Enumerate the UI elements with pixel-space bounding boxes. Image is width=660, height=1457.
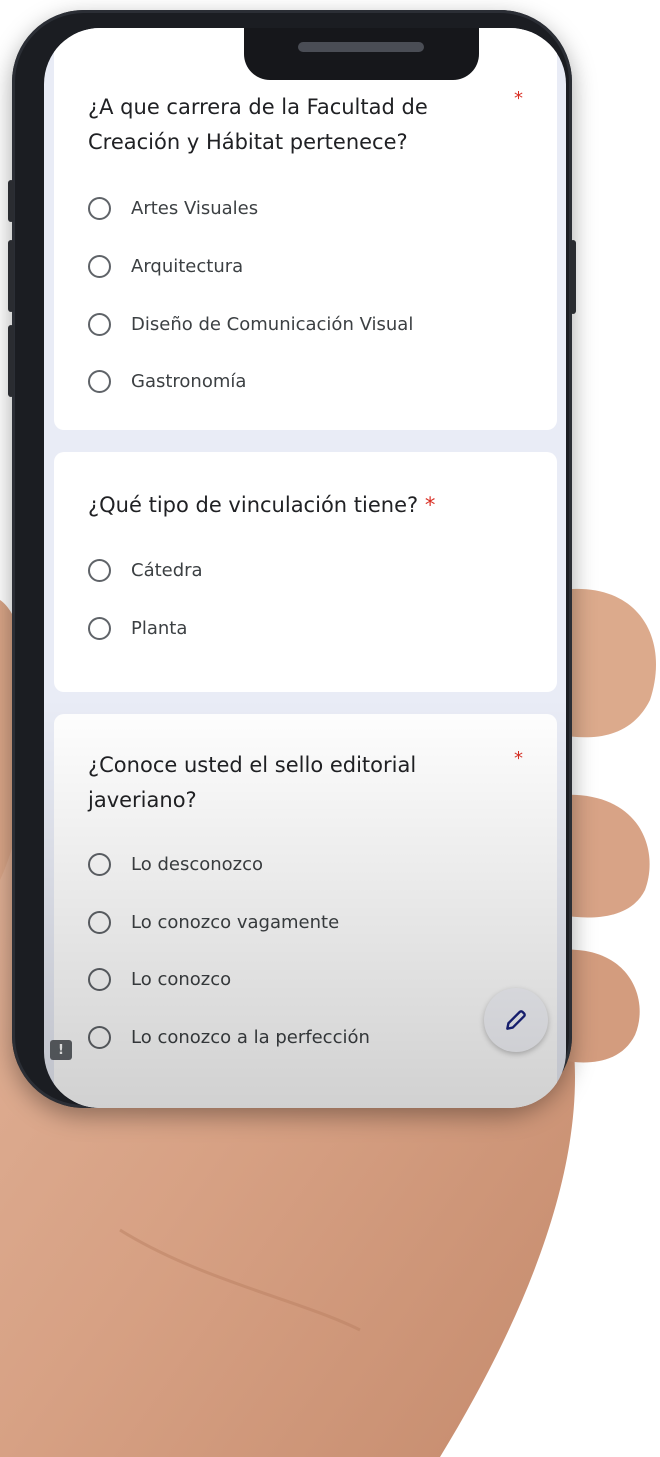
option-label: Lo conozco a la perfección bbox=[131, 1026, 370, 1048]
radio-option-artes-visuales[interactable]: Artes Visuales bbox=[88, 192, 258, 224]
radio-option-perfeccion[interactable]: Lo conozco a la perfección bbox=[88, 1021, 370, 1053]
radio-option-catedra[interactable]: Cátedra bbox=[88, 554, 203, 586]
question-card-vinculacion: ¿Qué tipo de vinculación tiene? * Cátedr… bbox=[54, 452, 557, 692]
question-title: ¿Qué tipo de vinculación tiene? * bbox=[88, 488, 435, 523]
option-label: Planta bbox=[131, 617, 188, 639]
radio-button-icon[interactable] bbox=[88, 1025, 111, 1049]
question-title-text: ¿Qué tipo de vinculación tiene? bbox=[88, 493, 419, 517]
radio-button-icon[interactable] bbox=[88, 254, 111, 278]
question-title: ¿A que carrera de la Facultad de Creació… bbox=[88, 95, 428, 154]
form-content: ¿A que carrera de la Facultad de Creació… bbox=[44, 28, 566, 1108]
radio-option-arquitectura[interactable]: Arquitectura bbox=[88, 250, 243, 282]
phone-power-button bbox=[570, 240, 576, 314]
phone-notch bbox=[244, 28, 479, 80]
radio-button-icon[interactable] bbox=[88, 616, 111, 640]
option-label: Gastronomía bbox=[131, 370, 247, 392]
required-asterisk: * bbox=[424, 493, 436, 517]
option-label: Arquitectura bbox=[131, 255, 244, 277]
radio-option-vagamente[interactable]: Lo conozco vagamente bbox=[88, 906, 339, 938]
radio-option-lo-conozco[interactable]: Lo conozco bbox=[88, 963, 231, 995]
phone-speaker bbox=[298, 42, 424, 52]
required-asterisk: * bbox=[514, 88, 523, 109]
required-asterisk: * bbox=[514, 748, 523, 769]
radio-button-icon[interactable] bbox=[88, 196, 111, 220]
radio-button-icon[interactable] bbox=[88, 910, 111, 934]
pencil-icon bbox=[506, 1010, 526, 1030]
radio-option-lo-desconozco[interactable]: Lo desconozco bbox=[88, 848, 263, 880]
question-card-sello-editorial: ¿Conoce usted el sello editorial javeria… bbox=[54, 714, 557, 1108]
option-label: Artes Visuales bbox=[131, 197, 259, 219]
radio-option-gastronomia[interactable]: Gastronomía bbox=[88, 365, 246, 397]
option-label: Diseño de Comunicación Visual bbox=[131, 313, 414, 335]
radio-button-icon[interactable] bbox=[88, 852, 111, 876]
phone-screen: ¿A que carrera de la Facultad de Creació… bbox=[44, 28, 566, 1108]
phone-mute-switch bbox=[8, 180, 14, 222]
radio-button-icon[interactable] bbox=[88, 558, 111, 582]
radio-option-diseno[interactable]: Diseño de Comunicación Visual bbox=[88, 308, 413, 340]
question-card-faculty: ¿A que carrera de la Facultad de Creació… bbox=[54, 28, 557, 430]
option-label: Lo desconozco bbox=[131, 853, 264, 875]
radio-button-icon[interactable] bbox=[88, 369, 111, 393]
radio-button-icon[interactable] bbox=[88, 967, 111, 991]
phone-frame: ¿A que carrera de la Facultad de Creació… bbox=[8, 10, 576, 1108]
phone-volume-up bbox=[8, 240, 14, 312]
edit-fab-button[interactable] bbox=[484, 988, 548, 1052]
option-label: Lo conozco vagamente bbox=[131, 911, 340, 933]
radio-option-planta[interactable]: Planta bbox=[88, 612, 187, 644]
exclamation-icon[interactable]: ! bbox=[50, 1040, 72, 1060]
question-title: ¿Conoce usted el sello editorial javeria… bbox=[88, 753, 417, 812]
option-label: Cátedra bbox=[131, 559, 203, 581]
option-label: Lo conozco bbox=[131, 968, 232, 990]
radio-button-icon[interactable] bbox=[88, 312, 111, 336]
phone-volume-down bbox=[8, 325, 14, 397]
